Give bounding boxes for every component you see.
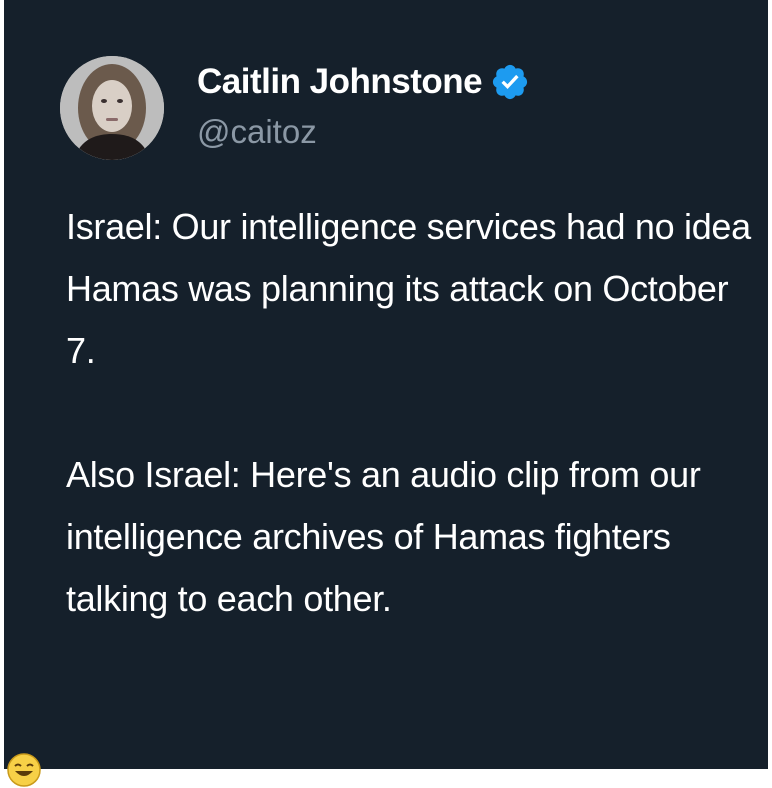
- tweet-text: Israel: Our intelligence services had no…: [66, 196, 756, 630]
- tweet-paragraph: Also Israel: Here's an audio clip from o…: [66, 454, 701, 619]
- avatar-photo: [60, 56, 164, 160]
- screenshot-frame: Caitlin Johnstone @caitoz Israel: Our in…: [0, 0, 772, 787]
- author-display-name[interactable]: Caitlin Johnstone: [197, 60, 483, 104]
- laughing-emoji-icon: [7, 753, 41, 787]
- verified-badge-icon: [493, 64, 528, 100]
- tweet-paragraph: Israel: Our intelligence services had no…: [66, 206, 751, 371]
- author-name-row[interactable]: Caitlin Johnstone: [197, 60, 530, 104]
- tweet-card: Caitlin Johnstone @caitoz Israel: Our in…: [4, 0, 768, 769]
- author-handle[interactable]: @caitoz: [197, 110, 317, 154]
- avatar[interactable]: [60, 56, 164, 160]
